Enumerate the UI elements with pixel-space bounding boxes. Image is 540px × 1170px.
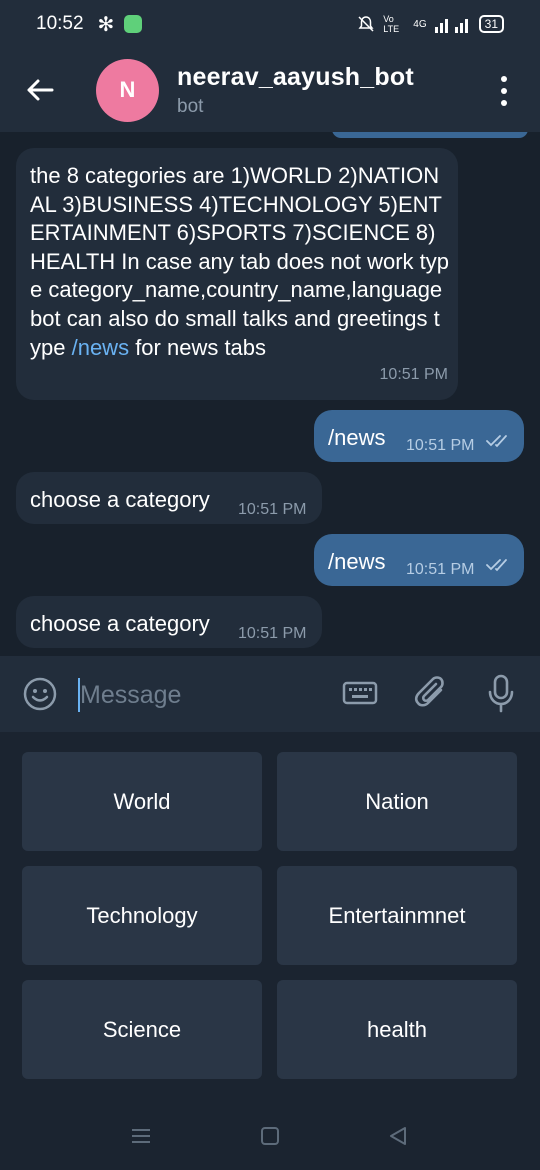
message-text: /news — [328, 425, 386, 450]
system-nav-bar — [0, 1104, 540, 1170]
back-button[interactable] — [0, 48, 80, 132]
more-options-button[interactable] — [494, 76, 514, 106]
double-check-icon — [486, 559, 507, 572]
attach-button[interactable] — [414, 674, 448, 719]
chat-title: neerav_aayush_bot — [177, 62, 414, 91]
message-list[interactable]: the 8 categories are 1)WORLD 2)NATIONAL … — [0, 132, 540, 656]
message-time: 10:51 PM — [406, 437, 475, 454]
microphone-icon — [488, 674, 514, 713]
voice-message-button[interactable] — [486, 674, 516, 719]
message-text-part: for news tabs — [129, 334, 267, 360]
menu-lines-icon — [132, 1129, 150, 1143]
message-text-part: the 8 categories are 1)WORLD 2)NATIONAL … — [30, 163, 450, 360]
arrow-left-icon — [27, 79, 54, 101]
message-composer — [0, 656, 540, 732]
keyboard-button-health[interactable]: health — [277, 980, 517, 1079]
keyboard-icon — [342, 681, 378, 705]
command-link[interactable]: /news — [72, 335, 129, 360]
incoming-message[interactable]: choose a category 10:51 PM — [16, 472, 322, 524]
signal-icon — [434, 19, 468, 33]
message-time: 10:51 PM — [379, 366, 448, 384]
smile-icon — [23, 677, 57, 711]
network-type: 4G — [413, 18, 427, 30]
message-text: the 8 categories are 1)WORLD 2)NATIONAL … — [30, 162, 450, 362]
avatar[interactable]: N — [96, 58, 159, 122]
chat-subtitle: bot — [177, 95, 204, 117]
double-check-icon — [486, 435, 507, 448]
bot-keyboard-button[interactable] — [342, 678, 378, 713]
volte-label: Vo LTE — [383, 14, 400, 34]
incoming-message[interactable]: the 8 categories are 1)WORLD 2)NATIONAL … — [16, 148, 458, 400]
recents-button[interactable] — [130, 1126, 152, 1151]
outgoing-message[interactable]: /news 10:51 PM — [314, 410, 524, 462]
app-notification-icon — [124, 15, 143, 33]
message-text: /news — [328, 549, 386, 574]
keyboard-button-technology[interactable]: Technology — [22, 866, 262, 965]
keyboard-button-entertainment[interactable]: Entertainmnet — [277, 866, 517, 965]
back-nav-button[interactable] — [388, 1126, 408, 1151]
keyboard-button-world[interactable]: World — [22, 752, 262, 851]
incoming-message[interactable]: choose a category 10:51 PM — [16, 596, 322, 648]
status-indicators: Vo LTE 4G 31 — [357, 14, 504, 34]
triangle-back-icon — [390, 1127, 406, 1145]
mute-bell-icon — [358, 16, 374, 32]
status-bar: 10:52 ✻ Vo LTE 4G 31 — [0, 0, 540, 48]
square-icon — [261, 1127, 279, 1145]
message-time: 10:51 PM — [238, 501, 307, 518]
fan-icon: ✻ — [97, 13, 115, 36]
message-input[interactable] — [80, 678, 320, 712]
keyboard-button-science[interactable]: Science — [22, 980, 262, 1079]
status-time: 10:52 — [36, 13, 84, 34]
dot-icon — [501, 100, 507, 106]
emoji-button[interactable] — [22, 676, 58, 717]
chat-header: N neerav_aayush_bot bot — [0, 48, 540, 132]
dot-icon — [501, 88, 507, 94]
previous-message-bubble — [332, 132, 528, 138]
outgoing-message[interactable]: /news 10:51 PM — [314, 534, 524, 586]
bot-reply-keyboard: World Nation Technology Entertainmnet Sc… — [0, 732, 540, 1104]
battery-indicator: 31 — [478, 15, 504, 33]
paperclip-icon — [414, 676, 444, 707]
message-text: choose a category — [30, 487, 210, 512]
message-time: 10:51 PM — [238, 625, 307, 642]
dot-icon — [501, 76, 507, 82]
message-text: choose a category — [30, 611, 210, 636]
chat-title-block[interactable]: neerav_aayush_bot bot — [177, 63, 414, 118]
keyboard-button-nation[interactable]: Nation — [277, 752, 517, 851]
message-time: 10:51 PM — [406, 561, 475, 578]
home-button[interactable] — [260, 1126, 280, 1151]
